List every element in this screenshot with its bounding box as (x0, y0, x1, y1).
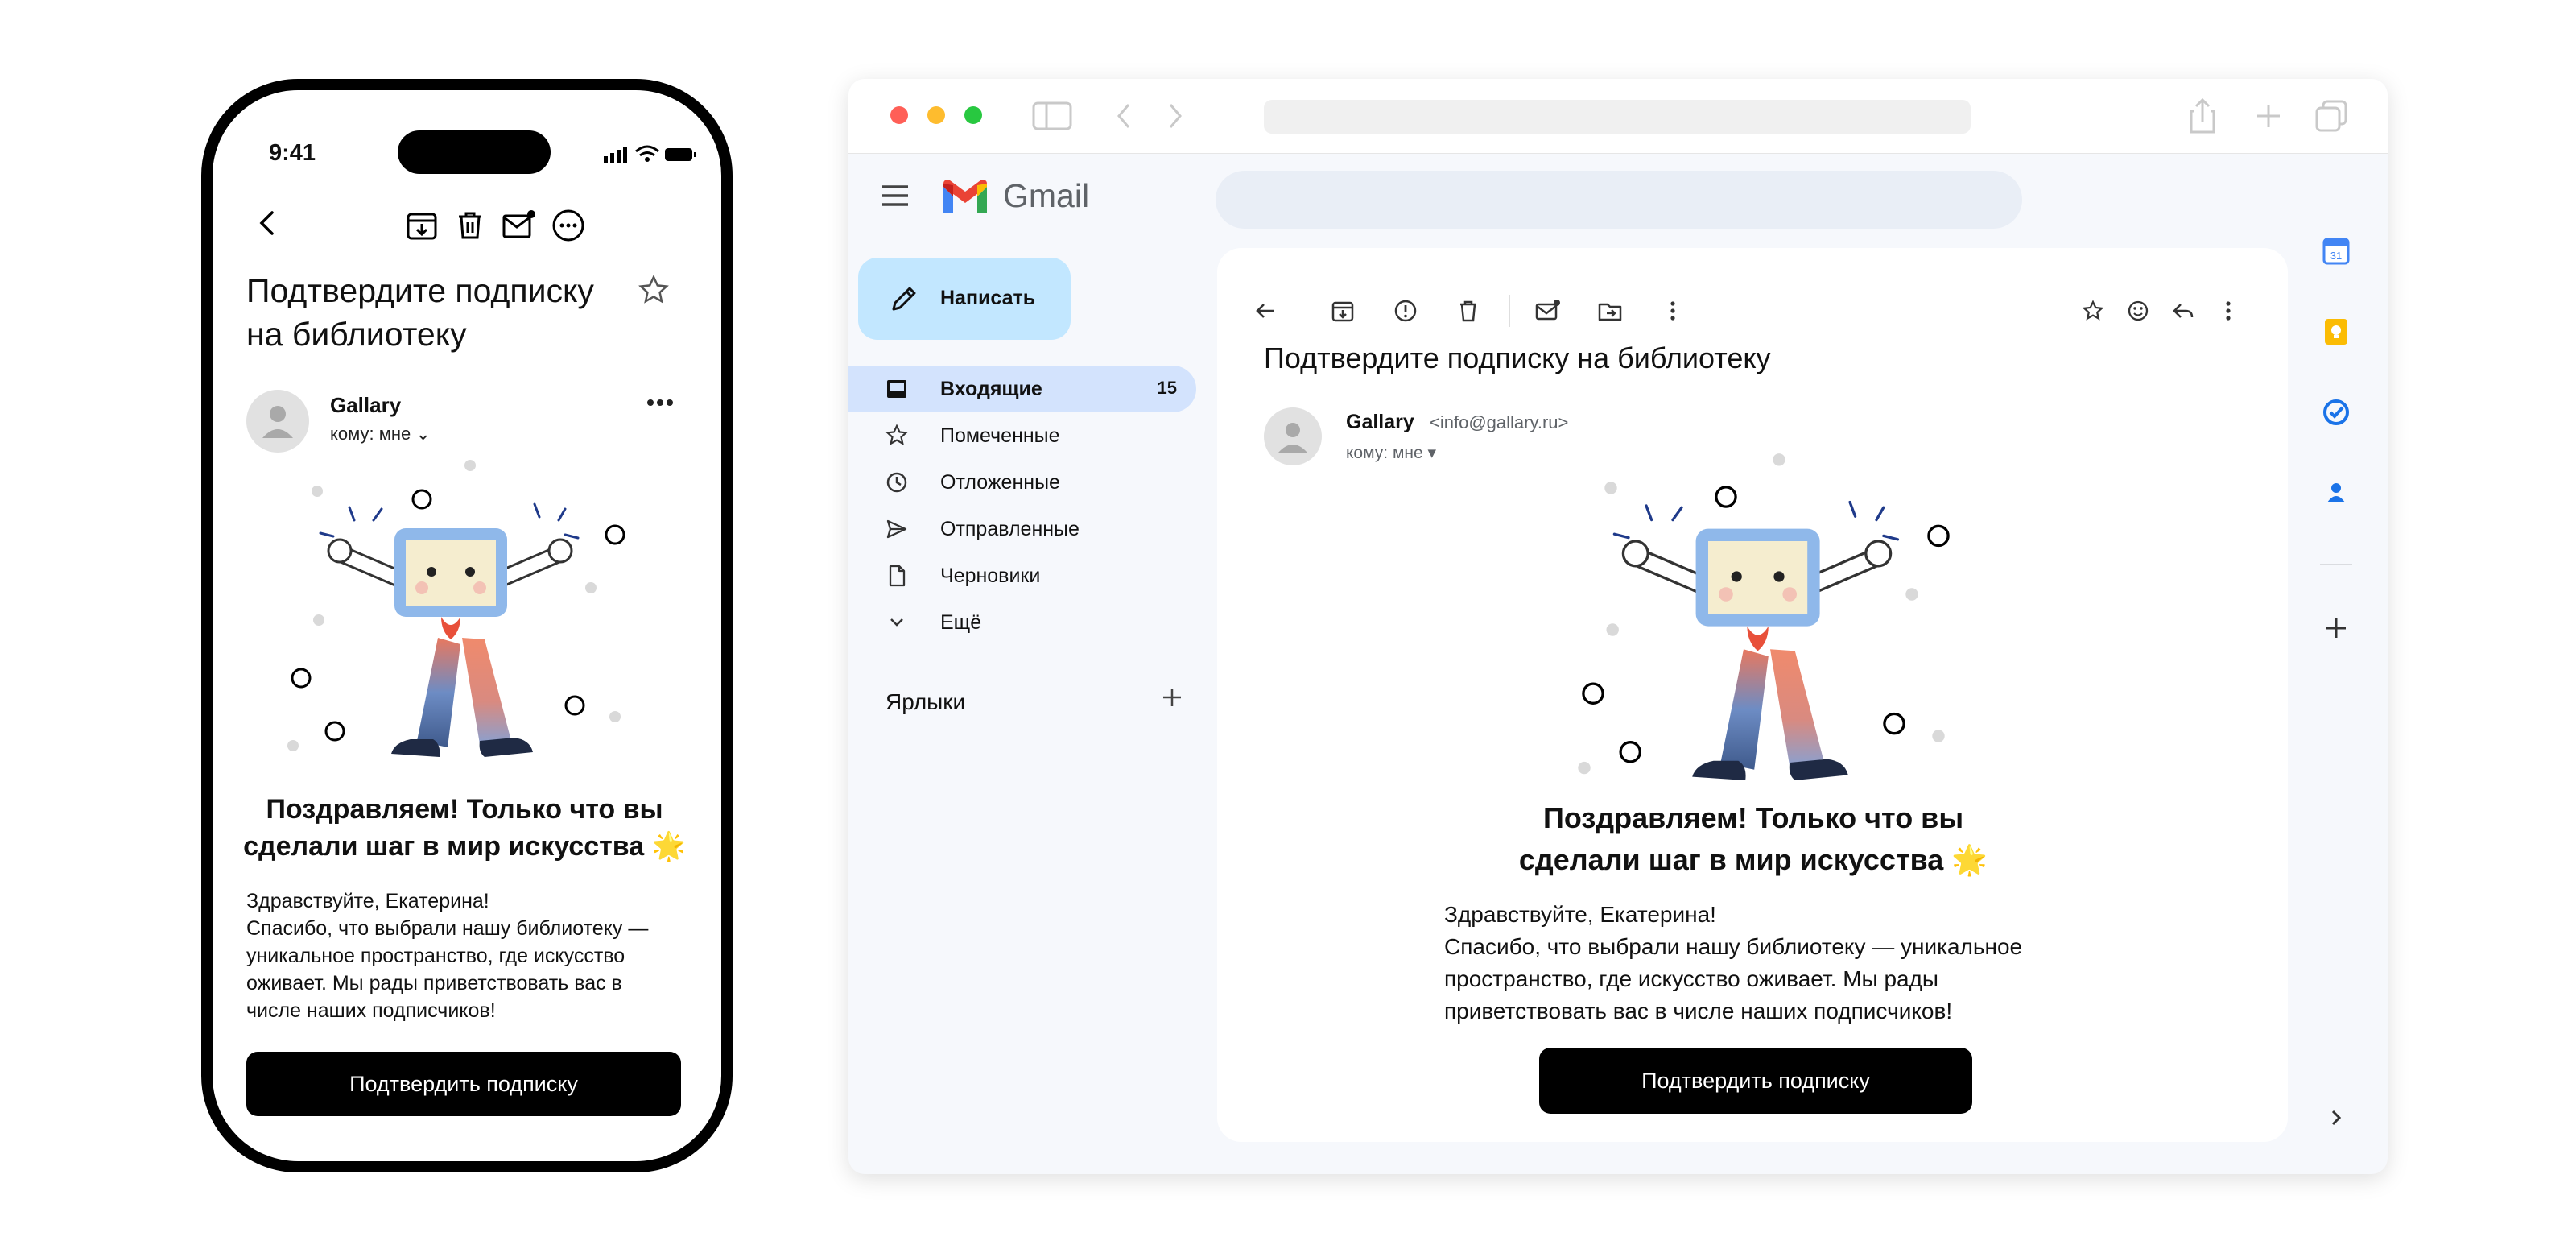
trash-icon[interactable] (452, 208, 488, 243)
compose-label: Написать (940, 287, 1036, 309)
recipient-dropdown[interactable]: кому: мне ▾ (1346, 443, 1436, 463)
main-menu-icon[interactable] (881, 184, 910, 208)
unread-count: 15 (1157, 378, 1177, 398)
browser-toolbar (848, 79, 2388, 154)
clock-icon (886, 472, 907, 493)
dynamic-island (398, 130, 551, 174)
more-horizontal-icon[interactable] (644, 395, 676, 411)
search-input[interactable] (1216, 171, 2022, 229)
tasks-icon[interactable] (2322, 398, 2351, 427)
emoji-reaction-icon[interactable] (2125, 298, 2151, 324)
send-icon (886, 519, 907, 539)
keep-notes-icon[interactable] (2322, 317, 2351, 346)
phone-mockup: 9:41 Подтвердите подписку на библиотеку … (201, 79, 733, 1172)
star-icon[interactable] (638, 274, 670, 306)
calendar-icon[interactable]: 31 (2322, 237, 2351, 266)
report-spam-icon[interactable] (1393, 298, 1418, 324)
sender-name: Gallary (330, 393, 402, 417)
avatar (246, 390, 309, 453)
nav-item-snoozed[interactable]: Отложенные (848, 459, 1196, 506)
add-label-icon[interactable] (1159, 684, 1185, 710)
zoom-window-button[interactable] (964, 106, 982, 124)
sidebar-toggle-icon[interactable] (1032, 101, 1072, 130)
nav-item-starred[interactable]: Помеченные (848, 412, 1196, 459)
email-subject: Подтвердите подписку на библиотеку (246, 272, 594, 353)
archive-icon[interactable] (1330, 298, 1356, 324)
browser-window: Gmail Написать Входящие 15 Помеченные От… (848, 79, 2388, 1174)
email-heading: Поздравляем! Только что вы сделали шаг в… (243, 794, 686, 862)
email-subject: Подтвердите подписку на библиотеку (1264, 341, 1771, 374)
move-to-icon[interactable] (1597, 298, 1623, 324)
more-vertical-icon[interactable] (1660, 298, 1686, 324)
draft-icon (889, 565, 906, 587)
add-app-icon[interactable] (2322, 614, 2351, 643)
more-options-icon[interactable] (551, 208, 586, 243)
compose-button[interactable]: Написать (858, 258, 1071, 340)
nav-item-inbox[interactable]: Входящие 15 (848, 366, 1196, 412)
avatar (1264, 407, 1322, 465)
new-tab-icon[interactable] (2254, 101, 2283, 130)
nav-label: Помеченные (940, 424, 1060, 447)
nav-item-sent[interactable]: Отправленные (848, 506, 1196, 552)
mail-view: Подтвердите подписку на библиотеку Galla… (1217, 248, 2288, 1142)
illustration-mascot (1552, 453, 1971, 807)
mark-unread-icon[interactable] (501, 208, 536, 243)
back-nav-icon[interactable] (1114, 101, 1133, 130)
nav-label: Черновики (940, 565, 1041, 587)
nav-label: Отложенные (940, 471, 1060, 494)
mark-unread-icon[interactable] (1534, 298, 1560, 324)
more-vertical-icon[interactable] (2215, 298, 2241, 324)
svg-text:31: 31 (2330, 250, 2342, 262)
forward-nav-icon[interactable] (1166, 101, 1185, 130)
contacts-icon[interactable] (2322, 478, 2351, 507)
nav-label: Ещё (940, 611, 982, 634)
toolbar-divider (1509, 295, 1510, 327)
status-time: 9:41 (269, 140, 316, 166)
app-name: Gmail (1003, 177, 1090, 214)
pencil-icon (892, 287, 916, 311)
back-arrow-icon[interactable] (1253, 298, 1278, 324)
email-body: Здравствуйте, Екатерина! Спасибо, что вы… (246, 890, 649, 1022)
reply-icon[interactable] (2170, 298, 2196, 324)
nav-label: Отправленные (940, 518, 1080, 540)
nav-item-more[interactable]: Ещё (848, 599, 1196, 646)
status-icons (604, 145, 696, 163)
star-icon (886, 424, 908, 446)
side-divider (2320, 564, 2352, 565)
recipient-dropdown[interactable]: кому: мне ⌄ (330, 424, 431, 445)
nav-label: Входящие (940, 378, 1042, 400)
close-window-button[interactable] (890, 106, 908, 124)
confirm-subscription-button[interactable]: Подтвердить подписку (246, 1052, 681, 1116)
url-bar[interactable] (1264, 100, 1971, 134)
gmail-logo-icon (943, 180, 987, 213)
nav-item-drafts[interactable]: Черновики (848, 552, 1196, 599)
labels-heading: Ярлыки (886, 689, 966, 714)
share-icon[interactable] (2186, 97, 2219, 135)
inbox-icon (887, 380, 906, 398)
back-icon[interactable] (254, 209, 282, 237)
chevron-down-icon (890, 618, 903, 627)
sender-name: Gallary (1346, 411, 1414, 433)
illustration-mascot (269, 459, 639, 781)
chevron-right-icon[interactable] (2322, 1103, 2351, 1132)
trash-icon[interactable] (1455, 298, 1481, 324)
email-heading: Поздравляем! Только что вы сделали шаг в… (1518, 801, 1988, 876)
tabs-overview-icon[interactable] (2314, 98, 2349, 134)
archive-icon[interactable] (404, 208, 440, 243)
star-icon[interactable] (2080, 298, 2106, 324)
email-body: Здравствуйте, Екатерина! Спасибо, что вы… (1444, 902, 2023, 1024)
sender-email: <info@gallary.ru> (1430, 412, 1569, 432)
minimize-window-button[interactable] (927, 106, 945, 124)
confirm-subscription-button[interactable]: Подтвердить подписку (1539, 1048, 1972, 1114)
